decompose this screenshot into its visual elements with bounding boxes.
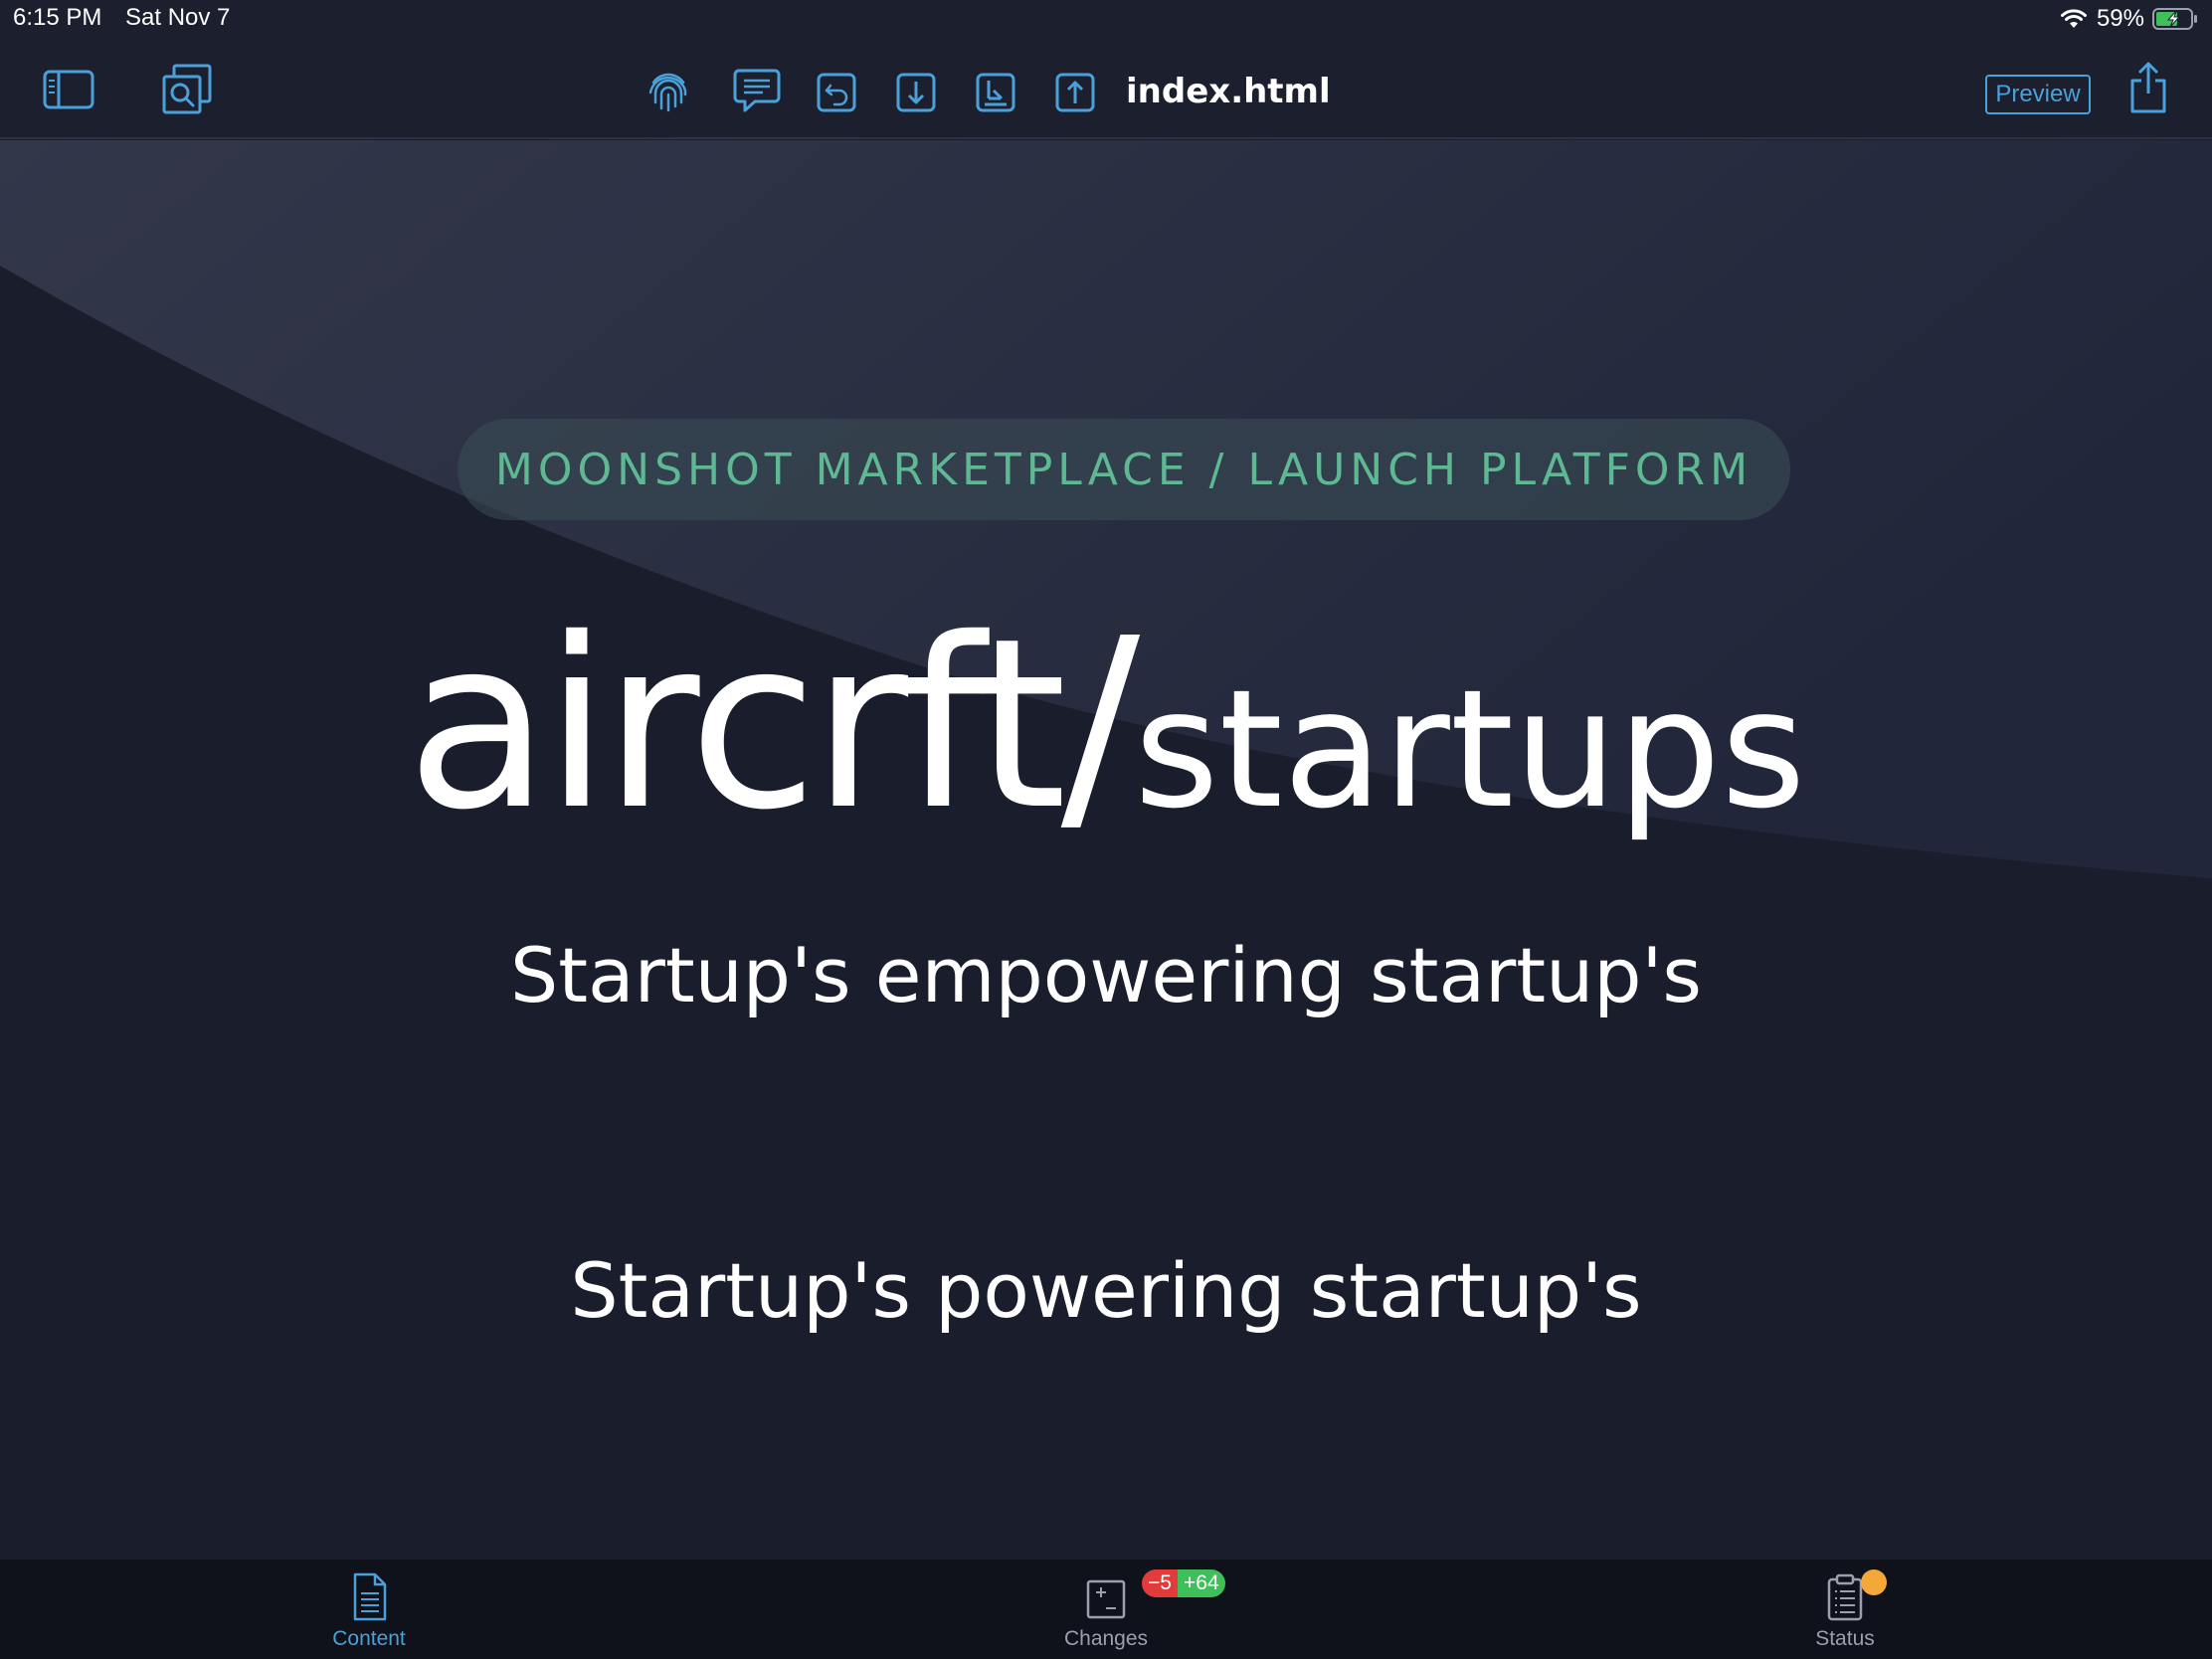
- changes-added-badge: +64: [1178, 1569, 1225, 1597]
- tab-changes[interactable]: −5 +64 Changes: [1007, 1560, 1225, 1659]
- bottom-tab-bar: Content −5 +64 Changes Status: [0, 1560, 2212, 1659]
- preview-button[interactable]: Preview: [1985, 75, 2091, 114]
- wifi-icon: [2060, 9, 2087, 28]
- fingerprint-icon[interactable]: [645, 68, 692, 113]
- editor-toolbar: index.html Preview: [0, 40, 2212, 139]
- page-content: MOONSHOT MARKETPLACE / LAUNCH PLATFORM a…: [0, 140, 2212, 1560]
- tab-content[interactable]: Content: [270, 1560, 468, 1659]
- hero-title: aircrft/startups: [0, 588, 2212, 861]
- download-icon[interactable]: [895, 72, 937, 113]
- pull-icon[interactable]: [975, 72, 1016, 113]
- comment-icon[interactable]: [732, 68, 782, 113]
- upload-icon[interactable]: [1054, 72, 1096, 113]
- status-time: 6:15 PM: [13, 4, 102, 31]
- search-files-icon[interactable]: [159, 62, 215, 117]
- tab-status[interactable]: Status: [1746, 1560, 1944, 1659]
- status-right: 59%: [2059, 4, 2198, 34]
- diff-icon: [1086, 1579, 1126, 1619]
- eyebrow-text: MOONSHOT MARKETPLACE / LAUNCH PLATFORM: [494, 444, 1753, 495]
- eyebrow-pill: MOONSHOT MARKETPLACE / LAUNCH PLATFORM: [458, 419, 1790, 520]
- status-date: Sat Nov 7: [125, 4, 231, 31]
- changes-removed-badge: −5: [1142, 1569, 1178, 1597]
- document-icon: [353, 1572, 387, 1621]
- tab-content-label: Content: [332, 1627, 406, 1650]
- undo-icon[interactable]: [816, 72, 857, 113]
- hero-title-main: aircrft/: [406, 588, 1140, 861]
- filename-title: index.html: [1126, 72, 1331, 111]
- tab-status-label: Status: [1815, 1627, 1875, 1650]
- hero-title-suffix: startups: [1134, 654, 1806, 844]
- tagline-secondary: Startup's powering startup's: [570, 1246, 1642, 1335]
- tagline-primary: Startup's empowering startup's: [509, 931, 1702, 1019]
- tab-changes-label: Changes: [1063, 1627, 1149, 1650]
- battery-percent: 59%: [2096, 5, 2144, 32]
- share-icon[interactable]: [2126, 60, 2170, 115]
- status-indicator-dot: [1861, 1569, 1887, 1595]
- status-bar: 6:15 PM Sat Nov 7 59%: [0, 0, 2212, 40]
- sidebar-toggle-icon[interactable]: [42, 68, 95, 111]
- battery-charging-icon: [2152, 8, 2197, 30]
